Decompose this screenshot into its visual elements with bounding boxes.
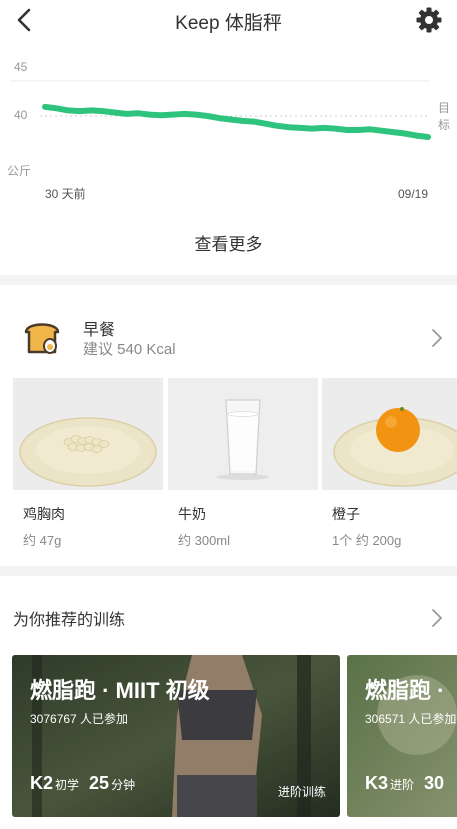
toast-icon — [24, 323, 60, 354]
duration-value: 30 — [424, 773, 445, 793]
section-divider — [0, 566, 457, 576]
training-level: K2 初学 25 分钟 — [30, 773, 135, 794]
x-end-label: 09/19 — [398, 187, 428, 201]
weight-series-line — [42, 103, 431, 140]
training-level: K3 进阶 30 — [365, 773, 444, 794]
chicken-breast-image — [13, 378, 163, 490]
level-code: K2 — [30, 773, 54, 793]
food-item[interactable]: 橙子 1个 约 200g — [322, 378, 457, 548]
participant-count: 306571 人已参加 — [365, 712, 457, 726]
recommend-title: 为你推荐的训练 — [13, 612, 126, 629]
duration-unit: 分钟 — [111, 778, 136, 792]
level-code: K3 — [365, 773, 389, 793]
participant-count: 3076767 人已参加 — [30, 712, 129, 726]
food-item[interactable]: 牛奶 约 300ml — [168, 378, 318, 548]
training-title: 燃脂跑 · MIIT 初级 — [30, 678, 210, 703]
meal-name: 早餐 — [83, 322, 116, 339]
duration-value: 25 — [89, 773, 110, 793]
recommend-header[interactable]: 为你推荐的训练 — [0, 588, 457, 646]
food-name: 牛奶 — [178, 506, 206, 522]
training-card[interactable]: 燃脂跑 · MIIT 初级 3076767 人已参加 K2 初学 25 分钟 进阶训练 — [12, 655, 340, 817]
food-item[interactable]: 鸡胸肉 约 47g — [13, 378, 163, 548]
breakfast-row[interactable]: 早餐 建议 540 Kcal — [0, 304, 457, 374]
food-amount: 约 300ml — [178, 533, 231, 548]
page-title: Keep 体脂秤 — [175, 13, 282, 34]
weight-trend-chart: 45 40 公斤 目标 30 天前 09/19 — [7, 60, 450, 201]
food-amount: 约 47g — [23, 533, 62, 548]
nav-bar: Keep 体脂秤 — [0, 0, 457, 40]
y-tick-45: 45 — [14, 60, 28, 74]
food-name: 橙子 — [332, 506, 360, 522]
food-name: 鸡胸肉 — [23, 506, 65, 522]
level-name: 进阶 — [390, 778, 415, 792]
gear-icon[interactable] — [415, 6, 443, 34]
training-tag: 进阶训练 — [277, 785, 326, 799]
level-name: 初学 — [55, 778, 80, 792]
training-card-list: 燃脂跑 · MIIT 初级 3076767 人已参加 K2 初学 25 分钟 进阶训练… — [0, 655, 457, 829]
chevron-right-icon[interactable] — [429, 606, 445, 630]
y-unit-label: 公斤 — [7, 164, 31, 178]
target-label: 目标 — [438, 101, 450, 132]
orange-image — [322, 378, 457, 490]
training-title: 燃脂跑 · — [365, 678, 445, 703]
y-tick-40: 40 — [14, 108, 28, 122]
food-amount: 1个 约 200g — [332, 533, 402, 548]
view-more-link[interactable]: 查看更多 — [0, 230, 457, 255]
chevron-right-icon[interactable] — [429, 326, 445, 350]
x-start-label: 30 天前 — [45, 186, 86, 201]
food-list: 鸡胸肉 约 47g 牛奶 约 300ml 橙子 1个 约 200g — [0, 378, 457, 548]
section-divider — [0, 275, 457, 285]
meal-calorie-hint: 建议 540 Kcal — [83, 341, 176, 358]
milk-image — [168, 378, 318, 490]
training-card[interactable]: 燃脂跑 · 306571 人已参加 K3 进阶 30 — [347, 655, 457, 817]
